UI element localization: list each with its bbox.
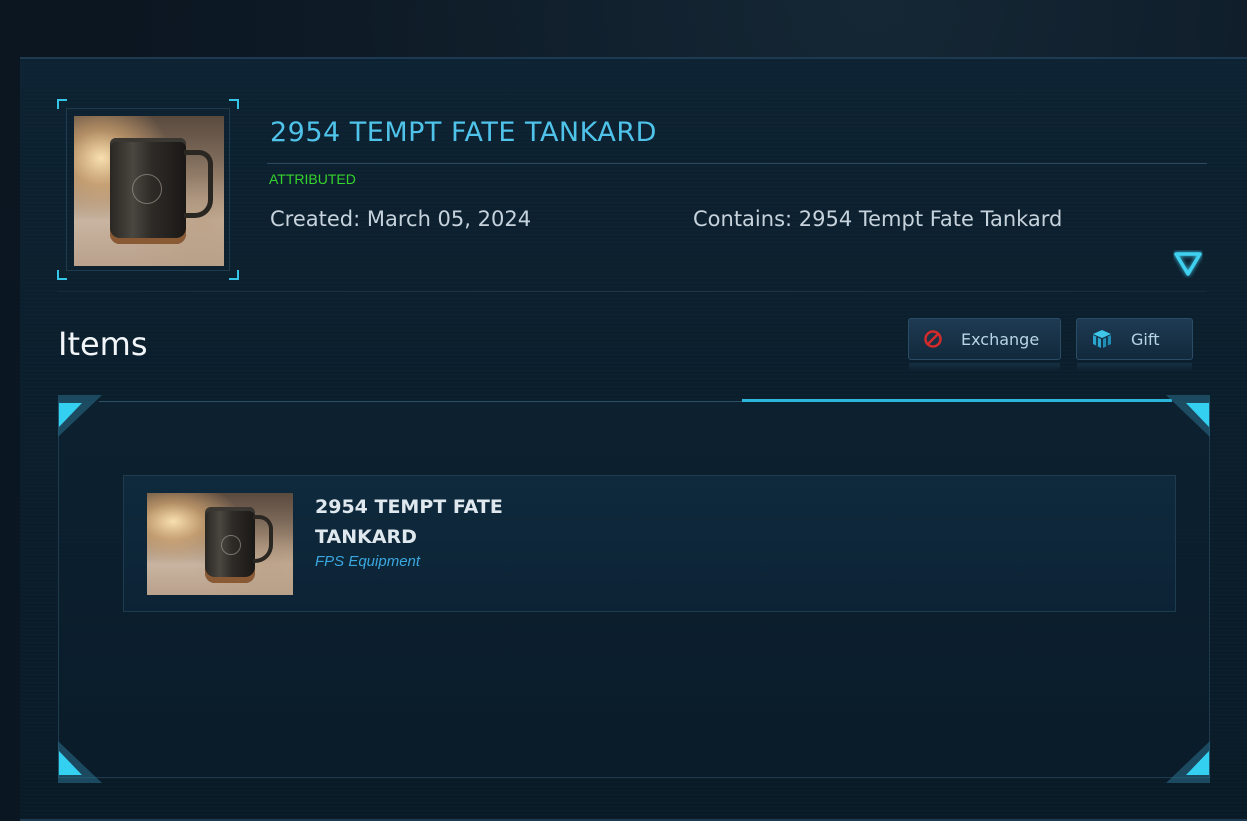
pledge-page: 2954 TEMPT FATE TANKARD ATTRIBUTED Creat… (0, 0, 1247, 821)
gift-button-label: Gift (1131, 329, 1160, 349)
contains-summary: Contains: 2954 Tempt Fate Tankard (693, 207, 1063, 231)
corner-triangle-icon (1166, 741, 1210, 783)
header-divider (57, 291, 1207, 292)
exchange-button[interactable]: Exchange (908, 318, 1061, 371)
frame-corner (57, 270, 67, 280)
items-box-accent-line (742, 399, 1172, 402)
items-box-top-line (99, 401, 742, 402)
list-item[interactable]: 2954 TEMPT FATE TANKARD FPS Equipment (123, 475, 1176, 612)
tankard-handle (253, 515, 273, 563)
pledge-title: 2954 TEMPT FATE TANKARD (270, 117, 657, 148)
exchange-button-label: Exchange (961, 329, 1040, 349)
gift-box-icon (1093, 330, 1111, 348)
frame-corner (229, 270, 239, 280)
tankard-handle (184, 150, 213, 218)
items-list-container: 2954 TEMPT FATE TANKARD FPS Equipment (58, 395, 1210, 783)
created-date: Created: March 05, 2024 (270, 207, 532, 231)
frame-corner (229, 99, 239, 109)
corner-triangle-icon (1166, 395, 1210, 437)
item-type: FPS Equipment (315, 553, 421, 570)
clover-emblem (132, 174, 162, 204)
item-name: 2954 TEMPT FATE TANKARD (315, 496, 503, 548)
items-heading: Items (58, 325, 148, 363)
expand-toggle-button[interactable] (1172, 249, 1204, 279)
status-badge: ATTRIBUTED (269, 171, 356, 187)
pledge-thumbnail (74, 116, 224, 266)
title-divider (267, 163, 1207, 164)
chevron-down-triangle-icon (1174, 252, 1202, 276)
pledge-panel: 2954 TEMPT FATE TANKARD ATTRIBUTED Creat… (20, 57, 1247, 821)
prohibited-icon (924, 330, 942, 348)
gift-button[interactable]: Gift (1076, 318, 1193, 371)
corner-triangle-icon (58, 741, 102, 783)
clover-emblem (221, 535, 241, 555)
corner-triangle-icon (58, 395, 102, 437)
item-thumbnail (147, 493, 293, 595)
pledge-thumbnail-frame[interactable] (57, 99, 239, 280)
